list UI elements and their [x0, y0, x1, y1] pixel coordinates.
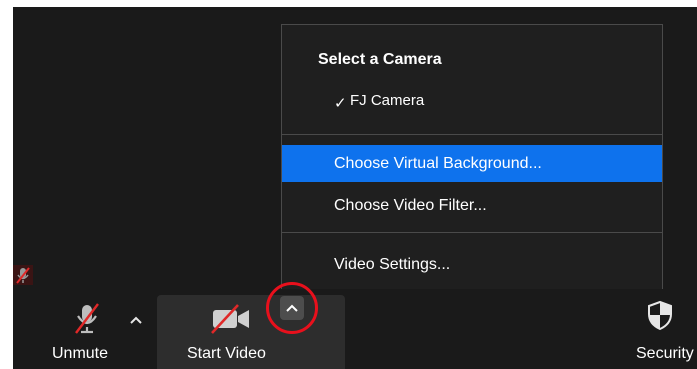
unmute-button[interactable]: Unmute [41, 295, 131, 369]
mic-muted-small-icon [16, 267, 30, 284]
menu-item-video-settings[interactable]: Video Settings... [282, 246, 662, 283]
self-muted-indicator [13, 265, 33, 285]
annotation-red-circle [266, 282, 318, 334]
meeting-window: Select a Camera ✓ FJ Camera Choose Virtu… [13, 7, 697, 369]
start-video-button[interactable]: Start Video [157, 295, 267, 369]
menu-item-video-filter[interactable]: Choose Video Filter... [282, 187, 662, 224]
menu-item-virtual-background[interactable]: Choose Virtual Background... [282, 145, 662, 182]
start-video-label: Start Video [187, 345, 266, 362]
security-button[interactable]: Security [603, 295, 697, 369]
mic-options-chevron-up-icon[interactable] [129, 315, 143, 325]
divider [282, 232, 662, 233]
menu-item-label: Choose Video Filter... [334, 197, 487, 214]
mic-muted-icon [75, 303, 99, 334]
menu-item-label: Choose Virtual Background... [334, 155, 542, 172]
unmute-label: Unmute [52, 345, 109, 362]
camera-option-fj-camera[interactable]: FJ Camera [350, 89, 424, 113]
video-off-icon [211, 304, 249, 334]
shield-icon [648, 300, 672, 330]
check-icon: ✓ [334, 95, 347, 112]
security-label: Security [636, 345, 694, 362]
menu-header: Select a Camera [318, 51, 442, 68]
camera-menu: Select a Camera ✓ FJ Camera Choose Virtu… [281, 24, 663, 290]
divider [282, 134, 662, 135]
menu-item-label: Video Settings... [334, 256, 451, 273]
